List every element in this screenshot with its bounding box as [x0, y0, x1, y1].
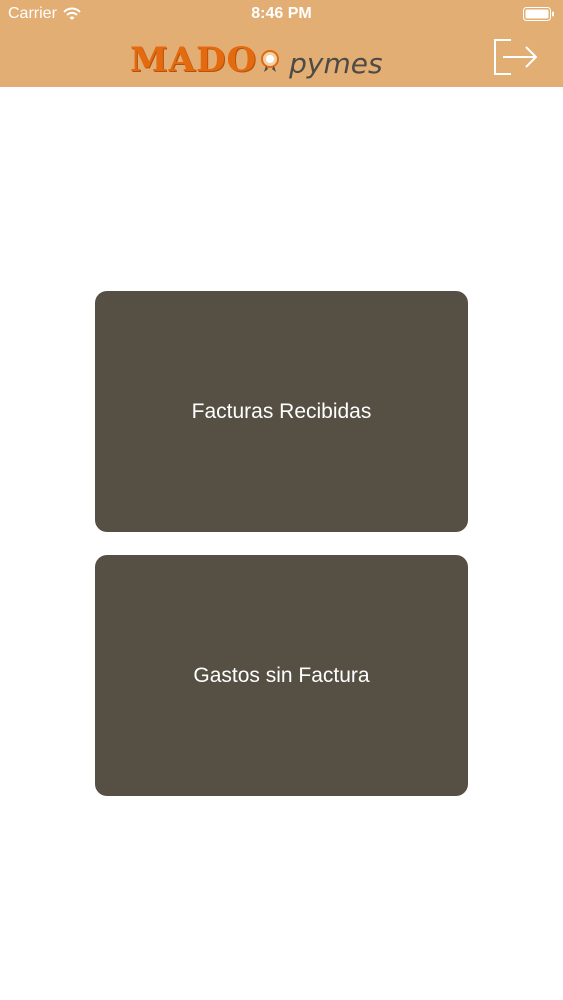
nav-bar: Carrier 8:46 PM MADO pymes — [0, 0, 563, 87]
logo-brand-text: MADO — [130, 40, 258, 80]
gastos-sin-factura-button[interactable]: Gastos sin Factura — [95, 555, 468, 796]
logout-icon[interactable] — [493, 38, 539, 76]
facturas-recibidas-label: Facturas Recibidas — [191, 399, 372, 423]
battery-icon — [523, 7, 554, 21]
status-time: 8:46 PM — [251, 5, 312, 22]
facturas-recibidas-button[interactable]: Facturas Recibidas — [95, 291, 468, 532]
logo-seal-icon — [261, 50, 280, 72]
logo-sub-text: pymes — [289, 47, 383, 80]
app-logo: MADO pymes — [130, 30, 390, 80]
status-bar: Carrier 8:46 PM — [0, 0, 563, 30]
gastos-sin-factura-label: Gastos sin Factura — [193, 663, 370, 687]
